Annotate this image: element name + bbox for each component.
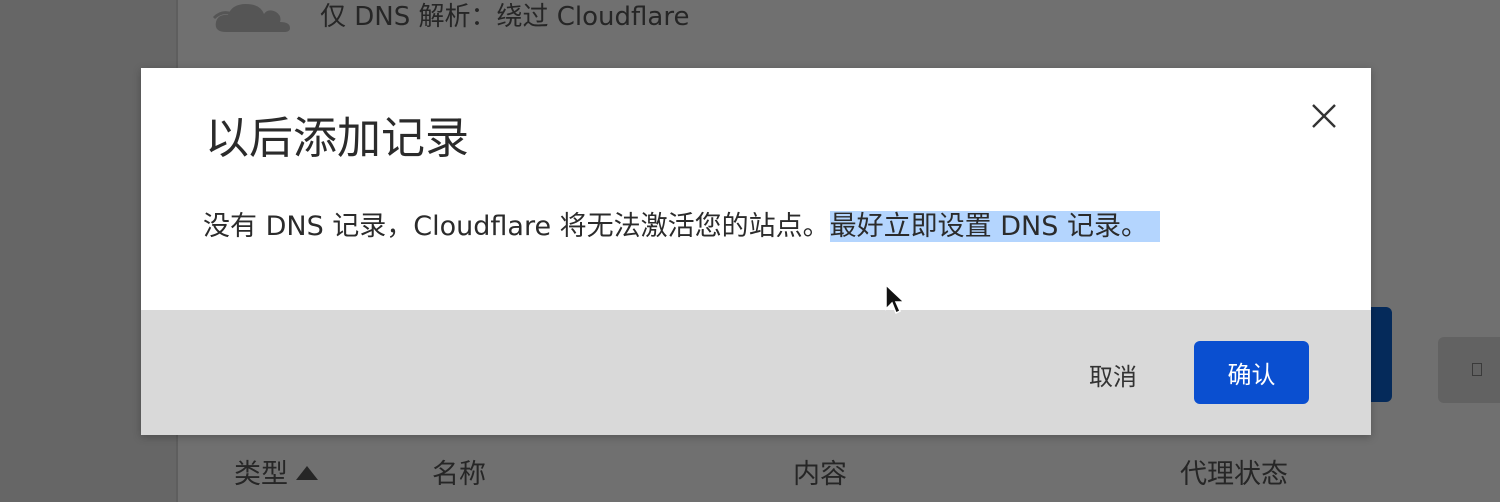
table-header-type: 类型 <box>234 452 318 491</box>
table-header-proxy-status: 代理状态 <box>1180 459 1288 490</box>
selected-text: 最好立即设置 DNS 记录。 <box>829 211 1160 242</box>
add-records-later-dialog: 以后添加记录 没有 DNS 记录，Cloudflare 将无法激活您的站点。最好… <box>141 68 1371 435</box>
table-header-type-label: 类型 <box>234 459 288 490</box>
background-secondary-button <box>1438 337 1500 403</box>
dns-only-label: 仅 DNS 解析：绕过 Cloudflare <box>320 2 690 32</box>
confirm-button[interactable]: 确认 <box>1194 341 1309 404</box>
cancel-button[interactable]: 取消 <box>1081 352 1145 396</box>
dialog-footer: 取消 确认 <box>141 310 1371 435</box>
grey-cloud-icon <box>212 4 290 32</box>
table-header-content: 内容 <box>793 459 847 490</box>
dialog-title: 以后添加记录 <box>205 113 469 164</box>
dialog-message-text: 没有 DNS 记录，Cloudflare 将无法激活您的站点。 <box>203 211 830 242</box>
sort-ascending-icon <box>296 466 318 480</box>
dialog-message: 没有 DNS 记录，Cloudflare 将无法激活您的站点。最好立即设置 DN… <box>203 204 1160 250</box>
page: 仅 DNS 解析：绕过 Cloudflare 类型 名称 内容 代理状态 以后添… <box>0 0 1500 502</box>
close-icon[interactable] <box>1306 98 1342 134</box>
table-header-name: 名称 <box>432 459 486 490</box>
mouse-cursor-icon <box>885 283 906 315</box>
document-icon <box>1472 363 1482 376</box>
